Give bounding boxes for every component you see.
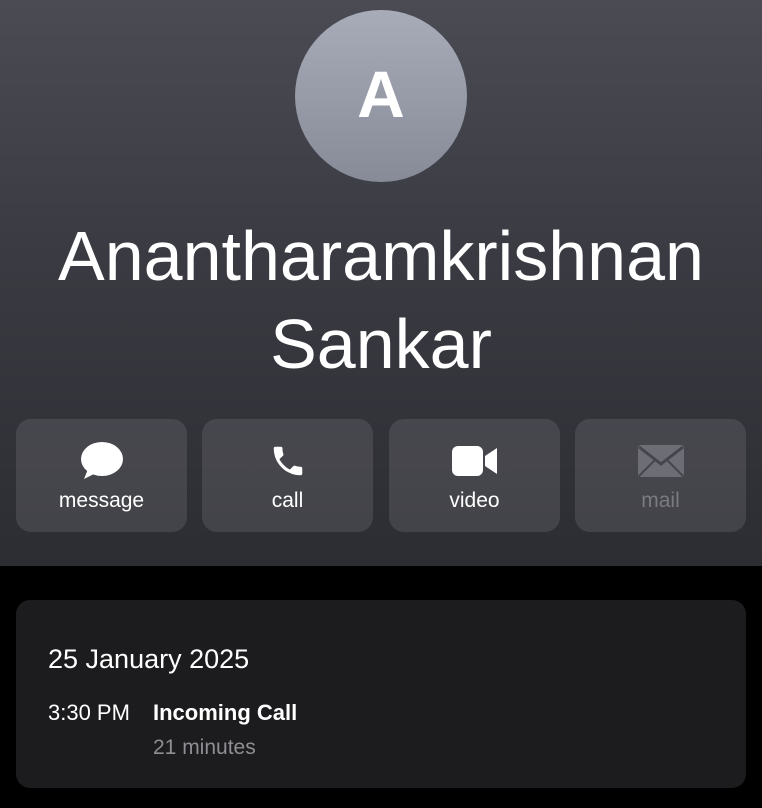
contact-name: Anantharamkrishnan Sankar xyxy=(0,212,762,388)
mail-icon xyxy=(575,441,746,481)
call-label: call xyxy=(271,489,304,512)
phone-icon xyxy=(202,441,373,481)
video-label: video xyxy=(449,489,500,512)
mail-label: mail xyxy=(641,489,680,512)
video-button[interactable]: video xyxy=(389,419,560,532)
video-camera-icon xyxy=(389,441,560,481)
message-button[interactable]: message xyxy=(16,419,187,532)
call-type: Incoming Call xyxy=(153,700,298,725)
avatar-initial: A xyxy=(357,57,405,131)
call-time: 3:30 PM xyxy=(48,700,130,725)
contact-header: A Anantharamkrishnan Sankar message call xyxy=(0,0,762,566)
call-log-card: 25 January 2025 3:30 PM Incoming Call 21… xyxy=(16,600,746,788)
message-label: message xyxy=(58,489,145,512)
message-icon xyxy=(16,441,187,481)
contact-name-line2: Sankar xyxy=(270,305,492,383)
mail-button[interactable]: mail xyxy=(575,419,746,532)
call-duration: 21 minutes xyxy=(153,736,256,759)
contact-name-line1: Anantharamkrishnan xyxy=(58,217,704,295)
avatar: A xyxy=(295,10,467,182)
call-date: 25 January 2025 xyxy=(48,644,250,674)
action-buttons: message call video mail xyxy=(16,419,746,532)
call-button[interactable]: call xyxy=(202,419,373,532)
